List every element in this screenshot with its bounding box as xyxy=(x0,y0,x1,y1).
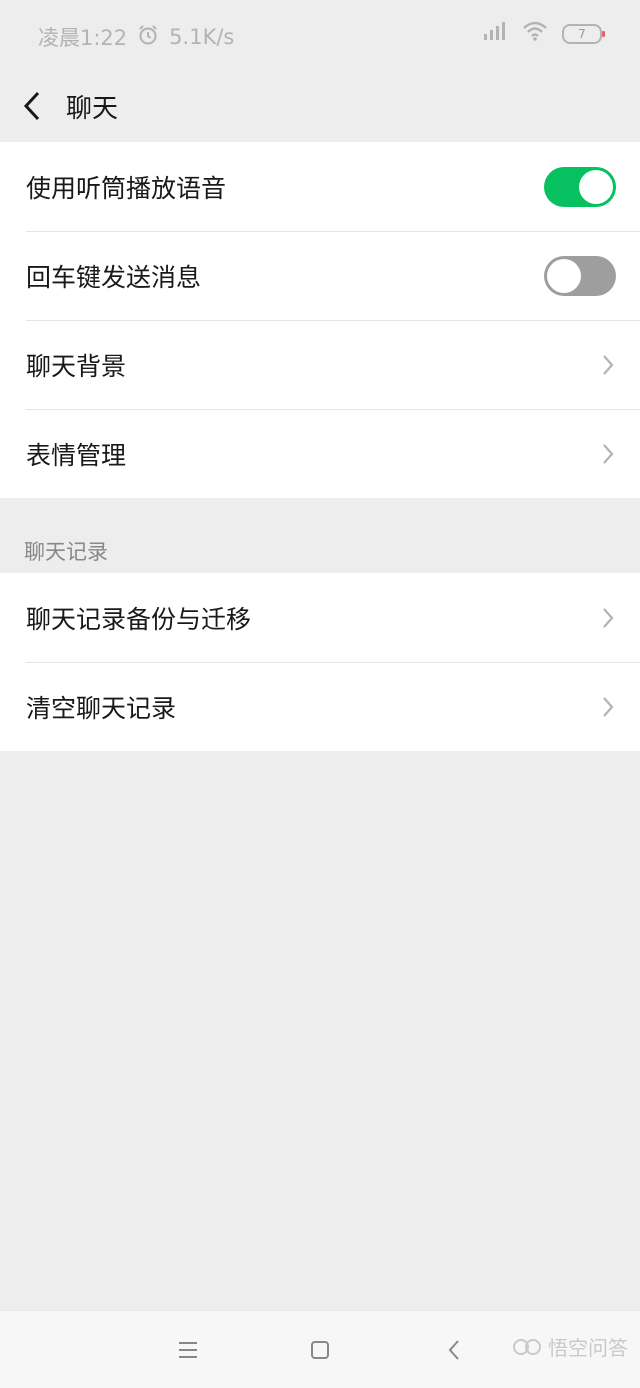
toggle-knob xyxy=(547,258,581,293)
setting-label: 回车键发送消息 xyxy=(26,262,202,292)
status-right: 7 xyxy=(482,20,605,47)
wukong-logo-icon xyxy=(513,1338,541,1355)
chevron-right-icon xyxy=(600,440,616,468)
chevron-right-icon xyxy=(600,351,616,379)
page-title: 聊天 xyxy=(66,93,119,124)
setting-row-chat-background[interactable]: 聊天背景 xyxy=(0,320,640,409)
setting-row-sticker-management[interactable]: 表情管理 xyxy=(0,409,640,498)
toggle-knob xyxy=(579,169,613,204)
menu-icon xyxy=(179,1342,197,1358)
signal-icon xyxy=(482,20,508,47)
setting-label: 聊天记录备份与迁移 xyxy=(26,604,252,634)
watermark-text: 悟空问答 xyxy=(548,1336,628,1360)
chat-history-group: 聊天记录备份与迁移 清空聊天记录 xyxy=(0,573,640,751)
enter-send-toggle[interactable] xyxy=(544,255,616,296)
menu-button[interactable] xyxy=(168,1335,208,1365)
setting-label: 聊天背景 xyxy=(26,351,127,381)
wifi-icon xyxy=(522,20,548,47)
chevron-right-icon xyxy=(600,693,616,721)
section-label-chat-history: 聊天记录 xyxy=(24,540,108,564)
setting-row-earpiece[interactable]: 使用听筒播放语音 xyxy=(0,142,640,231)
setting-label: 表情管理 xyxy=(26,440,127,470)
setting-label: 清空聊天记录 xyxy=(26,693,177,723)
home-button[interactable] xyxy=(300,1335,340,1365)
alarm-icon xyxy=(137,24,159,51)
chat-settings-group: 使用听筒播放语音 回车键发送消息 聊天背景 表情管理 xyxy=(0,142,640,498)
setting-row-enter-send[interactable]: 回车键发送消息 xyxy=(0,231,640,320)
watermark: 悟空问答 xyxy=(512,1332,628,1361)
setting-label: 使用听筒播放语音 xyxy=(26,173,227,203)
back-button[interactable] xyxy=(2,70,62,142)
status-left: 凌晨1:22 5.1K/s xyxy=(38,22,234,52)
status-bar: 凌晨1:22 5.1K/s 7 xyxy=(0,0,640,70)
back-icon xyxy=(448,1340,459,1360)
home-icon xyxy=(311,1341,329,1359)
battery-indicator: 7 xyxy=(562,23,605,44)
status-time: 凌晨1:22 xyxy=(38,26,128,50)
setting-row-backup-migrate[interactable]: 聊天记录备份与迁移 xyxy=(0,573,640,662)
page-header: 聊天 xyxy=(0,70,640,142)
nav-back-button[interactable] xyxy=(434,1335,474,1365)
earpiece-toggle[interactable] xyxy=(544,166,616,207)
network-speed: 5.1K/s xyxy=(169,25,235,49)
setting-row-clear-history[interactable]: 清空聊天记录 xyxy=(0,662,640,751)
chevron-right-icon xyxy=(600,604,616,632)
back-arrow-icon xyxy=(23,91,40,121)
